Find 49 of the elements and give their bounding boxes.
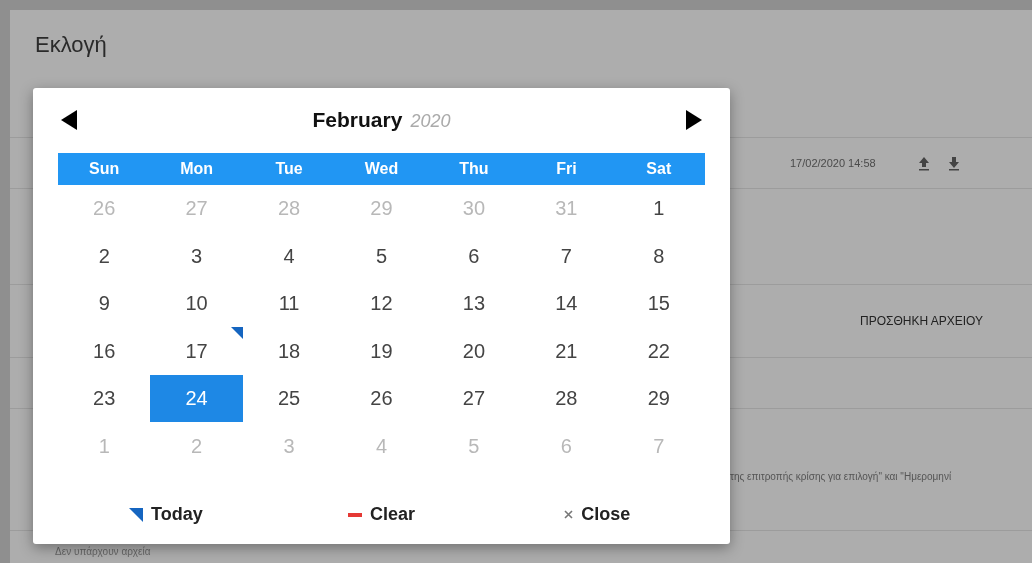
- add-file-button[interactable]: ΠΡΟΣΘΗΚΗ ΑΡΧΕΙΟΥ: [860, 314, 984, 328]
- month-label: February: [312, 108, 403, 133]
- day-cell[interactable]: 22: [612, 327, 705, 375]
- day-cell[interactable]: 18: [242, 327, 336, 375]
- day-cell[interactable]: 3: [150, 232, 243, 280]
- day-cell[interactable]: 13: [427, 279, 521, 328]
- minus-icon: [348, 512, 362, 517]
- day-cell[interactable]: 10: [150, 279, 243, 328]
- weekday-label: Tue: [274, 159, 304, 178]
- close-button[interactable]: Close: [489, 503, 705, 527]
- day-cell[interactable]: 21: [520, 327, 613, 375]
- day-cell[interactable]: 7: [520, 232, 613, 280]
- day-cell[interactable]: 19: [335, 327, 428, 375]
- day-cell[interactable]: 28: [520, 374, 613, 423]
- corner-triangle-icon: [129, 507, 143, 522]
- weekday-label: Mon: [179, 159, 215, 178]
- empty-message: Δεν υπάρχουν αρχεία: [55, 546, 151, 557]
- weekday-label: Thu: [458, 159, 490, 178]
- file-date: 17/02/2020 14:58: [790, 157, 876, 169]
- day-cell[interactable]: 11: [242, 279, 336, 328]
- day-cell[interactable]: 8: [612, 232, 705, 280]
- day-cell[interactable]: 6: [427, 232, 521, 280]
- day-cell[interactable]: 14: [520, 279, 613, 328]
- day-cell[interactable]: 25: [242, 374, 336, 423]
- day-cell[interactable]: 24: [150, 374, 243, 423]
- year-label: 2020: [410, 111, 451, 133]
- day-cell[interactable]: 20: [427, 327, 521, 375]
- day-cell[interactable]: 15: [612, 279, 705, 328]
- weekday-label: Sat: [645, 159, 673, 178]
- close-icon: [564, 510, 574, 520]
- day-cell[interactable]: 4: [242, 232, 336, 280]
- clear-button[interactable]: Clear: [273, 503, 490, 527]
- weekday-label: Wed: [363, 159, 400, 178]
- weekday-label: Sun: [88, 159, 121, 178]
- day-cell[interactable]: 1: [612, 184, 705, 233]
- day-cell[interactable]: 2: [58, 232, 151, 280]
- weekday-label: Fri: [555, 159, 578, 178]
- page-title: Εκλογή: [35, 32, 107, 58]
- day-cell[interactable]: 17: [150, 327, 243, 375]
- day-cell[interactable]: 26: [335, 374, 428, 423]
- day-cell[interactable]: 5: [335, 232, 428, 280]
- note-text: της επιτροπής κρίσης για επιλογή" και "Ημερομηνί: [730, 471, 952, 482]
- day-cell[interactable]: 9: [58, 279, 151, 328]
- day-cell[interactable]: 29: [612, 374, 705, 423]
- day-cell[interactable]: 23: [58, 374, 151, 423]
- day-cell[interactable]: 27: [427, 374, 521, 423]
- day-cell[interactable]: 12: [335, 279, 428, 328]
- today-button[interactable]: Today: [58, 503, 274, 527]
- day-cell[interactable]: 16: [58, 327, 151, 375]
